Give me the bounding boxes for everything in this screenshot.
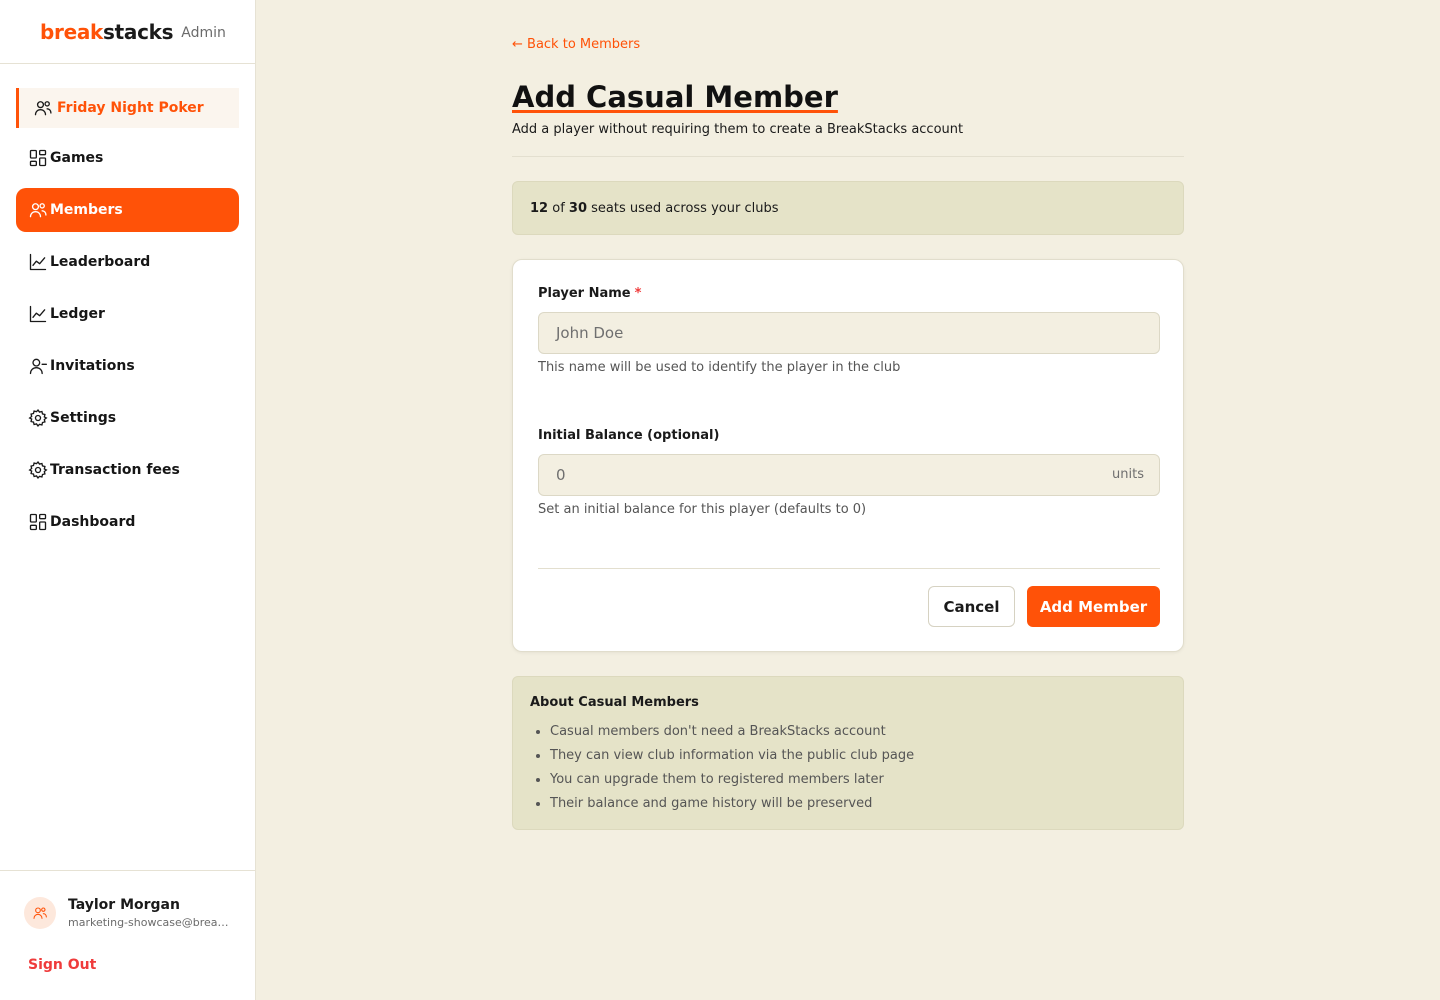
about-title: About Casual Members bbox=[530, 695, 699, 710]
seats-total-count: 30 bbox=[568, 200, 587, 216]
player-name-placeholder: John Doe bbox=[556, 324, 624, 342]
sidebar-item-label: Invitations bbox=[50, 358, 135, 374]
users-icon bbox=[34, 101, 52, 116]
gear-icon bbox=[28, 461, 48, 479]
brand-logo-part2: stacks bbox=[103, 19, 174, 44]
chart-line-icon bbox=[29, 253, 47, 271]
sidebar-item-games[interactable]: Games bbox=[16, 136, 239, 180]
sidebar-item-label: Dashboard bbox=[50, 514, 136, 530]
sidebar-item-label: Settings bbox=[50, 410, 117, 426]
sidebar: breakstacks Admin Friday Night Poker Gam… bbox=[0, 0, 256, 1000]
header-divider bbox=[512, 156, 1184, 157]
sidebar-item-leaderboard[interactable]: Leaderboard bbox=[16, 240, 239, 284]
sidebar-item-label: Members bbox=[50, 202, 123, 218]
grid-icon bbox=[29, 149, 47, 167]
user-email: marketing-showcase@breakstacks.com bbox=[68, 916, 230, 929]
club-selector[interactable]: Friday Night Poker bbox=[16, 88, 239, 128]
back-to-members-link[interactable]: ← Back to Members bbox=[512, 37, 640, 52]
list-item: Their balance and game history will be p… bbox=[550, 794, 914, 818]
about-list: Casual members don't need a BreakStacks … bbox=[550, 722, 914, 818]
initial-balance-placeholder: 0 bbox=[556, 466, 566, 484]
user-name: Taylor Morgan bbox=[68, 897, 180, 913]
brand-logo[interactable]: breakstacks bbox=[40, 19, 174, 44]
page-title: Add Casual Member bbox=[512, 80, 838, 114]
sidebar-item-invitations[interactable]: Invitations bbox=[16, 344, 239, 388]
about-casual-members: About Casual Members Casual members don'… bbox=[512, 676, 1184, 830]
grid-icon bbox=[29, 513, 47, 531]
seats-usage-text: seats used across your clubs bbox=[591, 200, 779, 216]
add-member-button[interactable]: Add Member bbox=[1027, 586, 1160, 627]
initial-balance-help: Set an initial balance for this player (… bbox=[538, 502, 867, 517]
seats-of-label: of bbox=[552, 200, 565, 216]
sidebar-item-label: Leaderboard bbox=[50, 254, 151, 270]
avatar bbox=[24, 897, 56, 929]
player-name-help: This name will be used to identify the p… bbox=[538, 360, 901, 375]
brand-header: breakstacks Admin bbox=[0, 0, 255, 64]
sidebar-item-transaction-fees[interactable]: Transaction fees bbox=[16, 448, 239, 492]
chart-line-icon bbox=[29, 305, 47, 323]
sidebar-item-label: Transaction fees bbox=[50, 462, 180, 478]
list-item: Casual members don't need a BreakStacks … bbox=[550, 722, 914, 746]
gear-icon bbox=[28, 409, 48, 427]
sidebar-item-members[interactable]: Members bbox=[16, 188, 239, 232]
page-subtitle: Add a player without requiring them to c… bbox=[512, 122, 964, 137]
add-member-form: Player Name * John Doe This name will be … bbox=[512, 259, 1184, 652]
cancel-button[interactable]: Cancel bbox=[928, 586, 1015, 627]
user-profile[interactable]: Taylor Morgan marketing-showcase@breakst… bbox=[24, 897, 230, 929]
initial-balance-input[interactable]: 0 units bbox=[538, 454, 1160, 496]
users-icon bbox=[29, 203, 47, 218]
balance-unit-label: units bbox=[1112, 467, 1144, 482]
brand-logo-part1: break bbox=[40, 19, 104, 44]
seats-used-count: 12 bbox=[530, 200, 549, 216]
users-icon bbox=[33, 907, 47, 919]
sidebar-item-label: Games bbox=[50, 150, 104, 166]
list-item: You can upgrade them to registered membe… bbox=[550, 770, 914, 794]
brand-admin-label: Admin bbox=[181, 24, 226, 41]
sidebar-item-label: Ledger bbox=[50, 306, 105, 322]
form-divider bbox=[538, 568, 1160, 569]
player-name-label: Player Name * bbox=[538, 286, 641, 301]
sidebar-footer: Taylor Morgan marketing-showcase@breakst… bbox=[0, 870, 255, 1000]
club-name: Friday Night Poker bbox=[57, 100, 204, 116]
required-indicator: * bbox=[634, 286, 642, 301]
sidebar-item-dashboard[interactable]: Dashboard bbox=[16, 500, 239, 544]
player-name-label-text: Player Name bbox=[538, 286, 631, 301]
initial-balance-label: Initial Balance (optional) bbox=[538, 428, 720, 443]
sidebar-item-settings[interactable]: Settings bbox=[16, 396, 239, 440]
sidebar-nav: Friday Night Poker Games Members Leaderb… bbox=[0, 64, 255, 544]
list-item: They can view club information via the p… bbox=[550, 746, 914, 770]
seats-usage-banner: 12 of 30 seats used across your clubs bbox=[512, 181, 1184, 235]
player-name-input[interactable]: John Doe bbox=[538, 312, 1160, 354]
user-icon bbox=[29, 358, 47, 375]
sidebar-item-ledger[interactable]: Ledger bbox=[16, 292, 239, 336]
sign-out-button[interactable]: Sign Out bbox=[28, 957, 96, 973]
